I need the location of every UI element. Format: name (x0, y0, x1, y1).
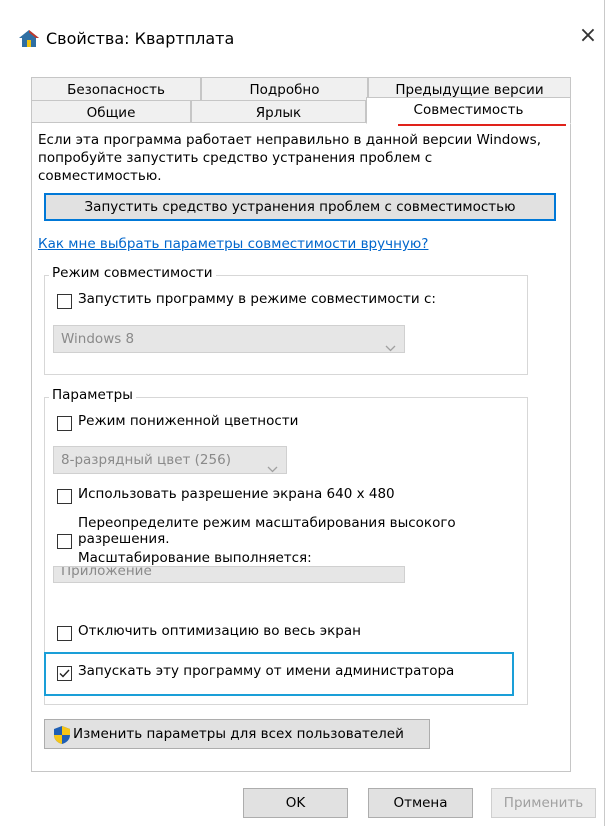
color-mode-select[interactable]: 8-разрядный цвет (256) (53, 446, 287, 474)
dpi-override-line3: Масштабирование выполняется: (78, 550, 312, 566)
house-icon (18, 28, 40, 48)
compat-mode-label: Режим совместимости (49, 265, 216, 281)
change-all-users-button[interactable]: Изменить параметры для всех пользователе… (44, 719, 430, 749)
dpi-override-line2: разрешения. (78, 531, 170, 547)
apply-button[interactable]: Применить (491, 788, 596, 818)
run-as-admin-checkbox[interactable] (57, 666, 72, 681)
os-version-select[interactable]: Windows 8 (53, 325, 405, 353)
chevron-down-icon (267, 456, 278, 482)
run-troubleshooter-button[interactable]: Запустить средство устранения проблем с … (44, 193, 556, 221)
dpi-override-checkbox[interactable] (57, 534, 72, 549)
change-all-users-label: Изменить параметры для всех пользователе… (73, 726, 404, 742)
dpi-scaling-select[interactable]: Приложение (53, 566, 405, 583)
dpi-scaling-value: Приложение (61, 566, 152, 579)
reduced-color-label: Режим пониженной цветности (78, 413, 299, 429)
manual-settings-link[interactable]: Как мне выбрать параметры совместимости … (38, 236, 428, 252)
os-version-value: Windows 8 (61, 331, 135, 347)
tab-general[interactable]: Общие (31, 100, 191, 124)
resolution-640-label: Использовать разрешение экрана 640 x 480 (78, 486, 395, 502)
title-bar: Свойства: Квартплата × (0, 0, 605, 80)
tab-details[interactable]: Подробно (201, 77, 368, 101)
parameters-label: Параметры (49, 387, 136, 403)
cancel-button[interactable]: Отмена (368, 788, 473, 818)
tab-compatibility[interactable]: Совместимость (366, 97, 571, 124)
disable-fullscreen-checkbox[interactable] (57, 626, 72, 641)
compatibility-description: Если эта программа работает неправильно … (38, 132, 542, 184)
reduced-color-checkbox[interactable] (57, 416, 72, 431)
checkmark-icon (59, 669, 70, 678)
ok-button[interactable]: OK (243, 788, 348, 818)
compat-mode-checkbox[interactable] (57, 294, 72, 309)
disable-fullscreen-label: Отключить оптимизацию во весь экран (78, 623, 361, 639)
properties-window: Свойства: Квартплата × Безопасность Подр… (0, 0, 605, 826)
compat-mode-checkbox-label: Запустить программу в режиме совместимос… (78, 291, 436, 307)
run-as-admin-label: Запускать эту программу от имени админис… (78, 663, 455, 679)
tab-security[interactable]: Безопасность (31, 77, 201, 101)
dpi-override-line1: Переопределите режим масштабирования выс… (78, 515, 456, 531)
resolution-640-checkbox[interactable] (57, 489, 72, 504)
color-mode-value: 8-разрядный цвет (256) (61, 452, 231, 468)
chevron-down-icon (385, 335, 396, 361)
active-tab-underline (398, 124, 566, 126)
tab-shortcut[interactable]: Ярлык (191, 100, 366, 124)
shield-icon (53, 725, 71, 755)
window-title: Свойства: Квартплата (46, 29, 235, 48)
close-button[interactable]: × (576, 24, 600, 48)
